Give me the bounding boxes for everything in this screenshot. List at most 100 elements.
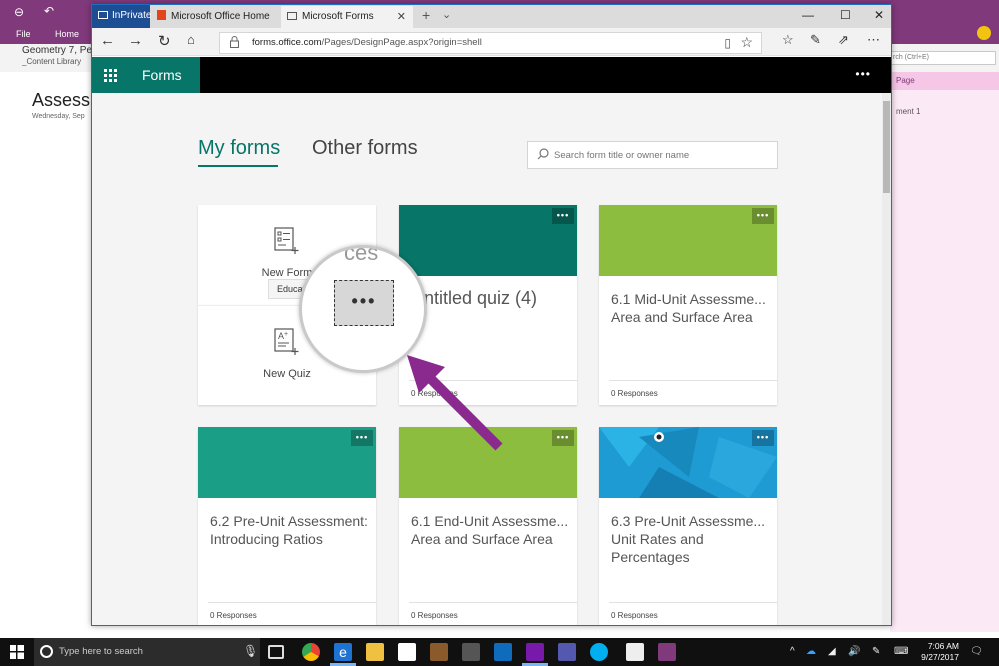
feedback-smiley-icon[interactable] <box>977 26 991 40</box>
windows-start-icon[interactable] <box>10 645 24 659</box>
pen-icon[interactable]: ✎ <box>810 32 821 48</box>
pen-icon[interactable]: ✎ <box>872 646 880 657</box>
favorites-hub-icon[interactable]: ☆ <box>782 32 794 48</box>
ribbon-tab-file[interactable]: File <box>16 29 31 39</box>
file-explorer-icon[interactable] <box>366 643 384 661</box>
close-tab-icon[interactable]: ✕ <box>397 6 406 28</box>
section-name: _Content Library <box>22 57 82 66</box>
page-list-item[interactable]: ment 1 <box>890 107 920 116</box>
magnifier-text: ces <box>344 245 379 265</box>
card-banner <box>198 427 376 498</box>
clock-time: 7:06 AM <box>927 641 959 651</box>
tab-office-home[interactable]: Microsoft Office Home <box>151 6 281 28</box>
form-card-unit-rates[interactable]: ••• 6.3 Pre-Unit Assessme... Unit Rates … <box>599 427 777 625</box>
back-icon[interactable]: ⊖ <box>14 5 24 19</box>
form-card-mid-unit[interactable]: ••• 6.1 Mid-Unit Assessme... Area and Su… <box>599 205 777 405</box>
maximize-icon[interactable]: ☐ <box>840 8 851 22</box>
page-list-pane <box>890 72 999 632</box>
back-icon[interactable]: ← <box>100 32 115 49</box>
microphone-icon[interactable]: 🎙 <box>243 644 258 658</box>
forms-header: Forms ••• <box>92 57 891 93</box>
card-more-button[interactable]: ••• <box>752 430 774 446</box>
minimize-icon[interactable]: — <box>802 8 814 22</box>
url-text: forms.office.com/Pages/DesignPage.aspx?o… <box>252 37 482 48</box>
card-more-button[interactable]: ••• <box>552 430 574 446</box>
edge-browser-window: InPrivate Microsoft Office Home Microsof… <box>91 4 892 626</box>
card-title: Untitled quiz (4) <box>411 288 538 308</box>
minecraft-icon[interactable] <box>430 643 448 661</box>
svg-text:+: + <box>284 331 288 338</box>
notebook-name: Geometry 7, Per <box>22 45 96 56</box>
inprivate-icon <box>98 11 108 19</box>
notebook-selector[interactable]: Geometry 7, Per _Content Library <box>22 45 95 67</box>
clock-date: 9/27/2017 <box>921 652 959 662</box>
favorite-star-icon[interactable]: ☆ <box>740 34 753 51</box>
add-page-button[interactable]: Page <box>890 72 999 90</box>
taskbar-search-box[interactable]: Type here to search 🎙 <box>34 638 260 666</box>
new-tab-icon[interactable]: + <box>422 7 430 23</box>
card-responses: 0 Responses <box>611 611 658 620</box>
cortana-icon <box>40 645 53 658</box>
card-more-button[interactable]: ••• <box>552 208 574 224</box>
undo-icon[interactable]: ↶ <box>44 4 54 18</box>
card-more-button[interactable]: ••• <box>752 208 774 224</box>
onedrive-icon[interactable]: ☁ <box>806 646 816 657</box>
card-banner <box>599 205 777 276</box>
active-tab-underline <box>198 165 278 167</box>
outlook-icon[interactable] <box>494 643 512 661</box>
card-responses: 0 Responses <box>611 389 658 398</box>
onenote-search-input[interactable]: rch (Ctrl+E) <box>886 51 996 65</box>
ribbon-tab-home[interactable]: Home <box>55 29 79 39</box>
tab-bar: InPrivate Microsoft Office Home Microsof… <box>92 5 891 28</box>
wifi-icon[interactable]: ◢ <box>828 646 836 657</box>
action-center-icon[interactable]: 🗨 <box>970 646 983 657</box>
new-form-icon <box>274 227 299 254</box>
app-launcher-button[interactable] <box>92 57 128 93</box>
forms-brand[interactable]: Forms <box>128 57 200 93</box>
more-icon[interactable]: ⋯ <box>867 32 880 48</box>
arrow-pointer-icon <box>407 355 503 451</box>
form-card-end-unit[interactable]: ••• 6.1 End-Unit Assessme... Area and Su… <box>399 427 577 625</box>
home-icon[interactable]: ⌂ <box>187 32 195 47</box>
header-more-button[interactable]: ••• <box>855 67 871 81</box>
address-bar[interactable]: forms.office.com/Pages/DesignPage.aspx?o… <box>219 32 762 54</box>
tab-other-forms[interactable]: Other forms <box>312 137 418 160</box>
scrollbar[interactable] <box>882 93 891 625</box>
card-banner <box>599 427 777 498</box>
chevron-down-icon[interactable]: ⌄ <box>442 8 451 21</box>
taskbar-search-placeholder: Type here to search <box>59 646 143 657</box>
tab-microsoft-forms[interactable]: Microsoft Forms ✕ <box>281 6 413 28</box>
reading-view-icon[interactable]: ▯ <box>724 36 731 50</box>
new-quiz-icon: A + <box>274 328 299 355</box>
close-window-icon[interactable]: ✕ <box>874 8 884 22</box>
volume-icon[interactable]: 🔊 <box>848 646 860 657</box>
teams-icon[interactable] <box>558 643 576 661</box>
search-input[interactable] <box>554 142 774 168</box>
refresh-icon[interactable]: ↻ <box>158 32 171 50</box>
chevron-up-icon[interactable]: ^ <box>790 646 795 657</box>
forward-icon[interactable]: → <box>128 32 143 49</box>
share-icon[interactable]: ⇗ <box>838 32 849 48</box>
magnifier-callout: ces ••• <box>299 245 427 373</box>
onenote-icon[interactable] <box>526 643 544 661</box>
card-more-button[interactable]: ••• <box>351 430 373 446</box>
app-icon[interactable] <box>462 643 480 661</box>
clock[interactable]: 7:06 AM 9/27/2017 <box>921 641 959 663</box>
edge-icon[interactable]: e <box>334 643 352 661</box>
onenote-icon[interactable] <box>658 643 676 661</box>
store-icon[interactable] <box>398 643 416 661</box>
taskbar: Type here to search 🎙 e ^ ☁ ◢ 🔊 ✎ ⌨ 7:06… <box>0 638 999 666</box>
chrome-icon[interactable] <box>302 643 320 661</box>
tab-my-forms[interactable]: My forms <box>198 137 280 160</box>
search-icon <box>537 148 549 160</box>
card-responses: 0 Responses <box>411 611 458 620</box>
card-title: 6.1 Mid-Unit Assessme... Area and Surfac… <box>611 291 766 325</box>
skype-icon[interactable] <box>590 643 608 661</box>
form-card-pre-unit-ratios[interactable]: ••• 6.2 Pre-Unit Assessment: Introducing… <box>198 427 376 625</box>
keyboard-icon[interactable]: ⌨ <box>894 646 908 657</box>
magnified-more-button[interactable]: ••• <box>334 280 394 326</box>
app-icon[interactable] <box>626 643 644 661</box>
scroll-thumb[interactable] <box>883 101 890 193</box>
office-icon <box>157 10 166 20</box>
task-view-icon[interactable] <box>268 645 284 659</box>
